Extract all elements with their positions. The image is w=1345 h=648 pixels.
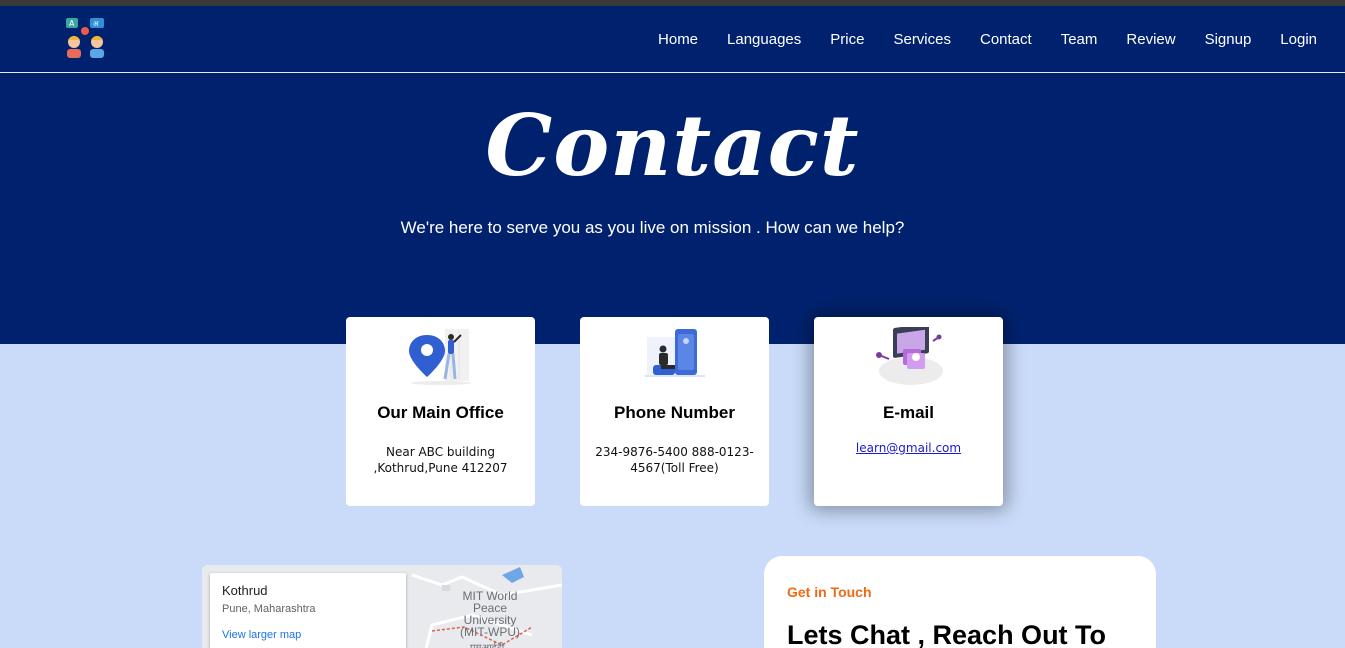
phone-illustration-icon (644, 329, 705, 377)
email-link[interactable]: learn@gmail.com (814, 440, 1003, 456)
nav-review[interactable]: Review (1126, 31, 1175, 48)
nav-login[interactable]: Login (1280, 31, 1317, 48)
email-card: E-mail learn@gmail.com (814, 317, 1003, 506)
nav-price[interactable]: Price (830, 31, 864, 48)
location-pin-illustration-icon (408, 329, 471, 385)
nav-signup[interactable]: Signup (1205, 31, 1252, 48)
svg-text:अ: अ (93, 20, 99, 28)
view-larger-map-link[interactable]: View larger map (222, 629, 301, 641)
map-place-region: Pune, Maharashtra (222, 603, 316, 615)
site-logo[interactable]: A अ (64, 18, 108, 60)
map-poi-local-label: एमआईटी (470, 640, 504, 648)
phone-card-title: Phone Number (614, 403, 735, 422)
nav-services[interactable]: Services (893, 31, 951, 48)
office-card-title: Our Main Office (377, 403, 504, 422)
nav-languages[interactable]: Languages (727, 31, 801, 48)
translator-logo-icon: A अ (66, 18, 104, 58)
office-card: Our Main Office Near ABC building ,Kothr… (346, 317, 535, 506)
get-in-touch-label: Get in Touch (787, 584, 872, 600)
nav-team[interactable]: Team (1061, 31, 1098, 48)
email-card-title: E-mail (882, 403, 935, 422)
contact-form-heading: Lets Chat , Reach Out To (787, 620, 1107, 648)
map-embed[interactable]: MIT World Peace University (MIT-WPU) एमआ… (202, 565, 562, 648)
map-poi-label: MIT World Peace University (MIT-WPU) (460, 589, 520, 639)
map-place-name: Kothrud (222, 583, 268, 598)
svg-text:A: A (69, 19, 75, 28)
phone-card: Phone Number 234-9876-5400 888-0123-4567… (580, 317, 769, 506)
page-title: Contact (485, 96, 860, 195)
map-info-box: Kothrud Pune, Maharashtra View larger ma… (210, 573, 406, 648)
hero-section: A अ Home Languages Price Services Contac… (0, 6, 1345, 344)
office-address: Near ABC building ,Kothrud,Pune 412207 (373, 445, 508, 475)
contact-form-card: Get in Touch Lets Chat , Reach Out To (764, 556, 1156, 648)
nav-home[interactable]: Home (658, 31, 698, 48)
hero-subtitle: We're here to serve you as you live on m… (400, 218, 905, 237)
phone-numbers: 234-9876-5400 888-0123-4567(Toll Free) (595, 445, 754, 475)
nav-contact[interactable]: Contact (980, 31, 1032, 48)
email-laptop-illustration-icon (875, 327, 943, 385)
navbar: A अ Home Languages Price Services Contac… (0, 6, 1345, 73)
main-nav: Home Languages Price Services Contact Te… (658, 6, 1345, 73)
